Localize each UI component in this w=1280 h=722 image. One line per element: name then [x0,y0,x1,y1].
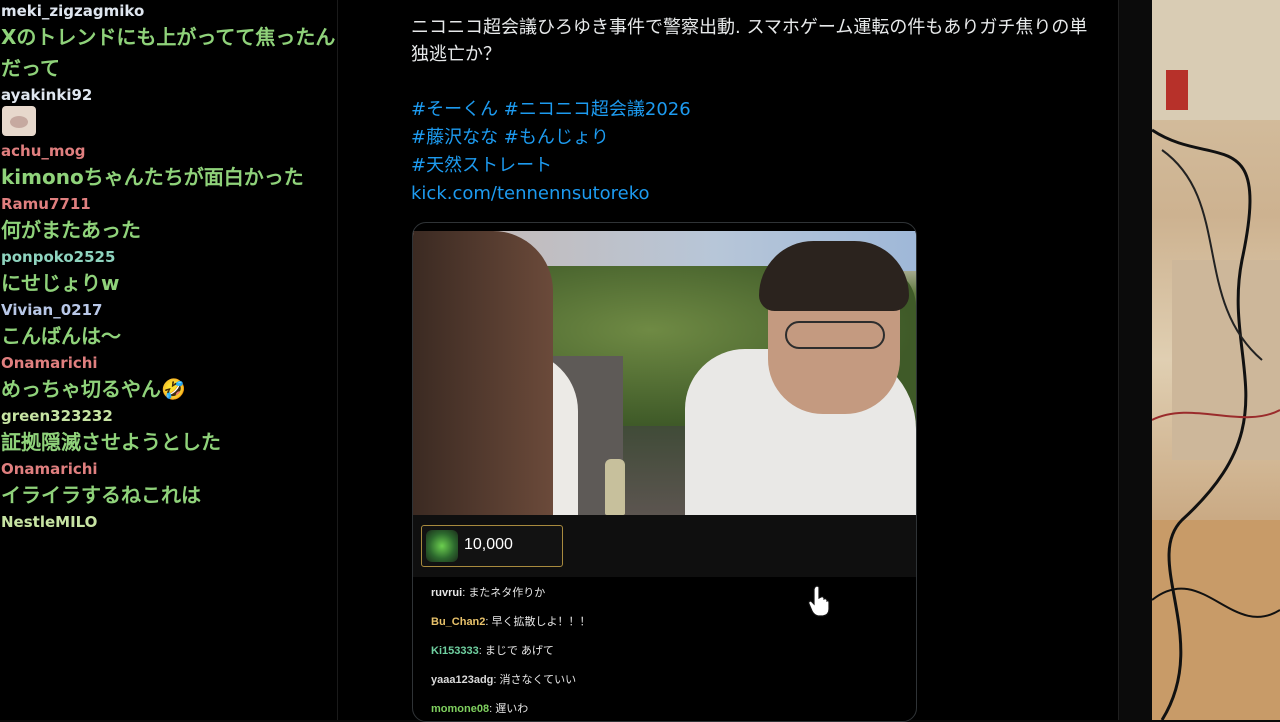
media-card[interactable]: 10,000 ruvrui: またネタ作りか Bu_Chan2: 早く拡散しよ！！… [412,222,917,722]
stream-chat-username: ruvrui [431,587,463,599]
chat-message: green323232 証拠隠滅させようとした [0,405,337,458]
chat-username[interactable]: achu_mog [0,140,337,162]
tweet-column: ニコニコ超会議ひろゆき事件で警察出動. スマホゲーム運転の件もありガチ焦りの単独… [337,0,1119,722]
stream-chat-line: momone08: 遅いわ [431,695,911,721]
chat-text: 何がまたあった [1,218,141,242]
gift-icon [426,530,458,562]
chat-username[interactable]: Onamarichi [0,458,337,480]
chat-message: ayakinki92 [0,84,337,136]
stream-chat-line: Ki153333: まじで あげて [431,637,911,666]
chat-message: Vivian_0217 こんばんは〜 [0,299,337,352]
chat-text: 証拠隠滅させようとした [1,430,221,454]
chat-panel: meki_zigzagmiko Xのトレンドにも上がってて焦ったんだって ayaki… [0,0,337,720]
stream-link[interactable]: kick.com/tennennsutoreko [411,180,691,208]
chat-username[interactable]: Onamarichi [0,352,337,374]
video-person-right-hair [759,241,909,311]
hashtag-line[interactable]: #そーくん #ニコニコ超会議2026 [411,96,691,124]
chat-message: achu_mog kimonoちゃんたちが面白かった [0,140,337,193]
stream-chat-username: momone08 [431,703,490,715]
video-person-left-hair [413,231,553,515]
gift-amount: 10,000 [464,536,513,553]
chat-message: ponpoko2525 にせじょりw [0,246,337,299]
gift-bar: 10,000 [413,515,916,577]
stream-chat-overlay: ruvrui: またネタ作りか Bu_Chan2: 早く拡散しよ！！！ Ki1533… [431,579,911,721]
chat-message: meki_zigzagmiko Xのトレンドにも上がってて焦ったんだって [0,0,337,84]
chat-text: こんばんは〜 [1,324,121,348]
glasses-icon [785,321,885,349]
chat-message: Ramu7711 何がまたあった [0,193,337,246]
video-bottle [605,459,625,515]
chat-username[interactable]: ponpoko2525 [0,246,337,268]
chat-text: にせじょりw [1,271,120,295]
chat-username[interactable]: Ramu7711 [0,193,337,215]
chat-message: Onamarichi めっちゃ切るやん🤣 [0,352,337,405]
stream-chat-username: Bu_Chan2 [431,616,486,628]
decorative-collage [1152,0,1280,720]
chat-username[interactable]: meki_zigzagmiko [0,0,337,22]
chat-username[interactable]: Vivian_0217 [0,299,337,321]
hashtag-line[interactable]: #藤沢なな #もんじょり [411,124,691,152]
hashtag-block: #そーくん #ニコニコ超会議2026 #藤沢なな #もんじょり #天然ストレート… [411,96,691,208]
cat-emote-icon [2,106,36,136]
chat-text: Xのトレンドにも上がってて焦ったんだって [1,25,336,80]
tweet-text: ニコニコ超会議ひろゆき事件で警察出動. スマホゲーム運転の件もありガチ焦りの単独… [411,17,1088,65]
stream-chat-text: まじで あげて [484,645,554,657]
stream-chat-text: 早く拡散しよ！！！ [491,616,591,628]
hand-cursor-icon [808,585,830,617]
collage-scribbles [1152,128,1280,720]
stream-chat-username: Ki153333 [431,645,479,657]
stream-chat-text: 遅いわ [495,703,529,715]
chat-message: NestleMILO [0,511,337,533]
chat-username[interactable]: NestleMILO [0,511,337,533]
chat-message: Onamarichi イライラするねこれは [0,458,337,511]
chat-text: めっちゃ切るやん🤣 [1,377,186,401]
video-frame[interactable] [413,231,916,515]
stream-chat-username: yaaa123adg [431,674,494,686]
stream-chat-line: yaaa123adg: 消さなくていい [431,666,911,695]
stream-chat-line: ruvrui: またネタ作りか [431,579,911,608]
chat-username[interactable]: green323232 [0,405,337,427]
chat-text: kimonoちゃんたちが面白かった [1,165,304,189]
chat-username[interactable]: ayakinki92 [0,84,337,106]
gift-badge: 10,000 [421,525,563,567]
hashtag-line[interactable]: #天然ストレート [411,152,691,180]
stream-chat-line: Bu_Chan2: 早く拡散しよ！！！ [431,608,911,637]
chat-text: イライラするねこれは [1,483,201,507]
stream-chat-text: 消さなくていい [499,674,577,686]
stream-chat-text: またネタ作りか [468,587,546,599]
